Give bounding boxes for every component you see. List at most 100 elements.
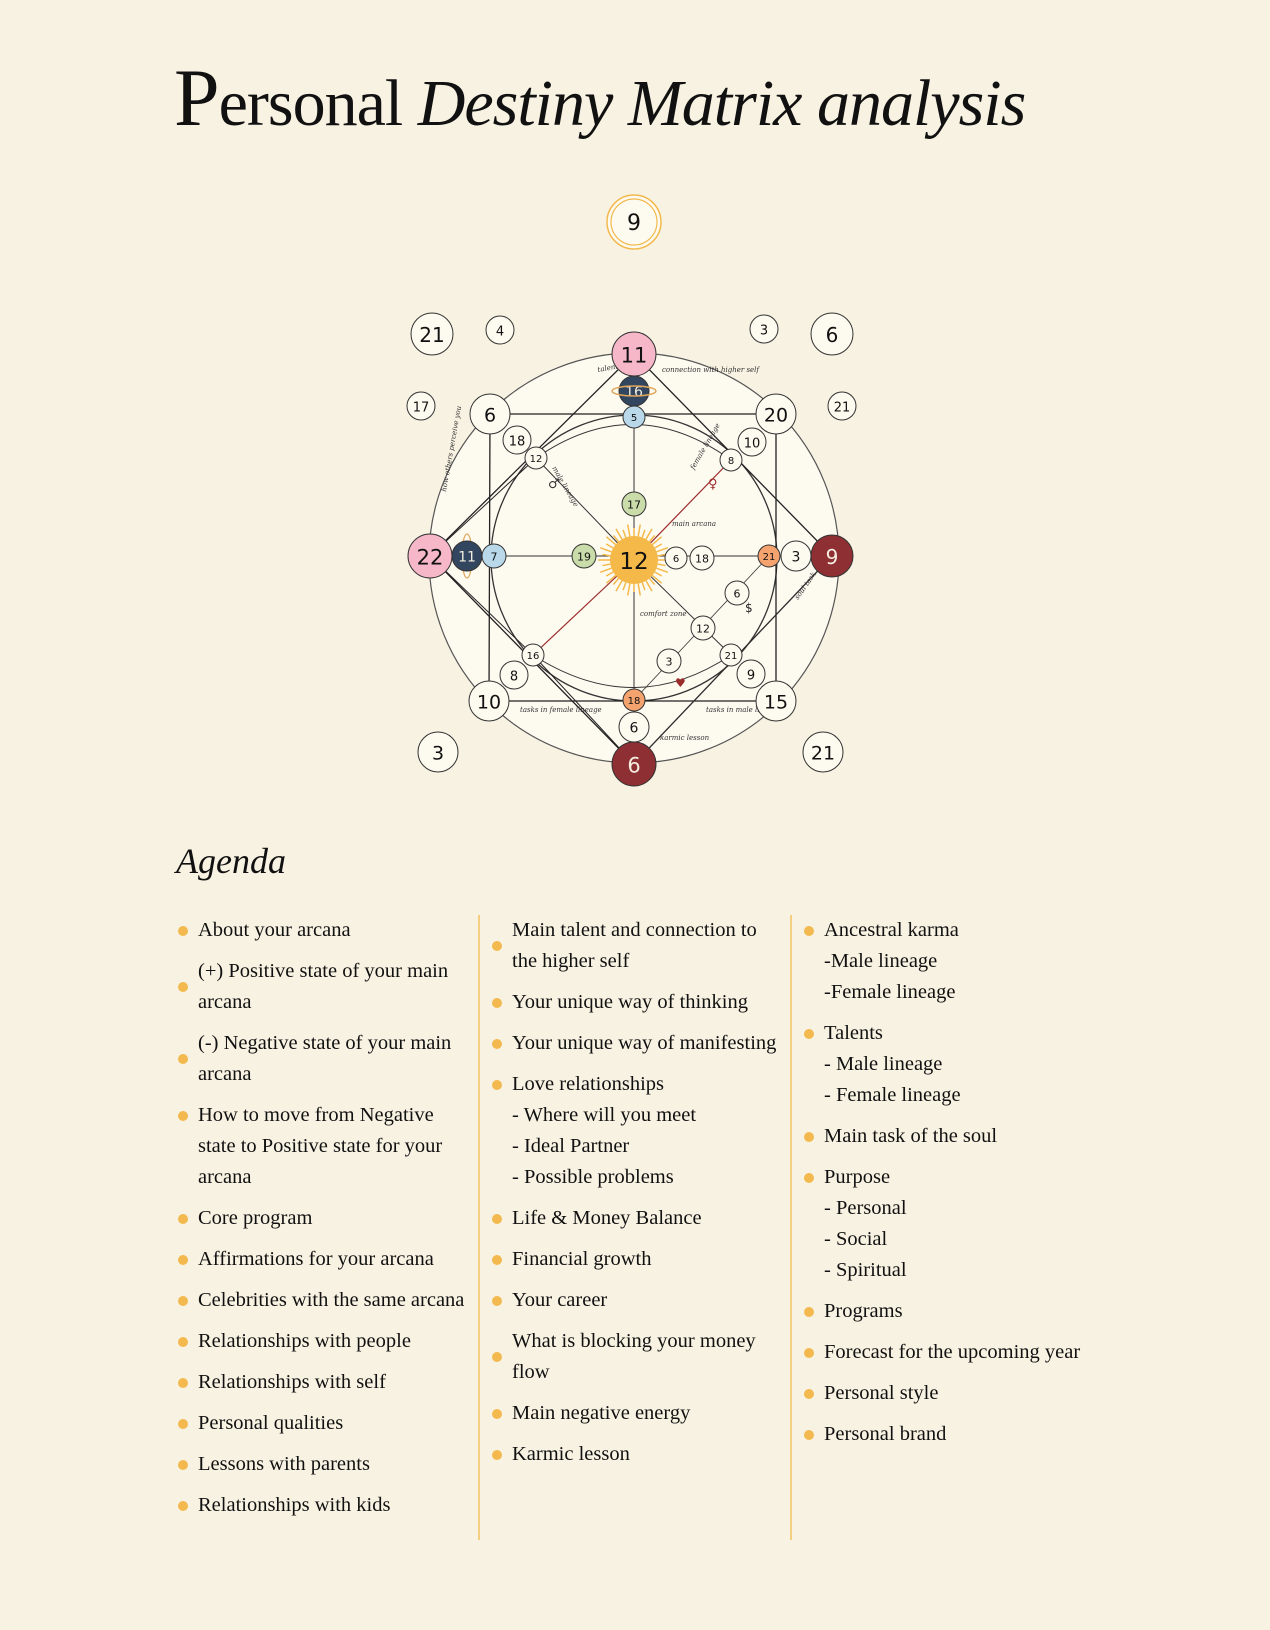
node-value: 15 [764, 692, 788, 714]
agenda-item: Personal qualities [176, 1408, 476, 1439]
bullet-icon [178, 1460, 188, 1470]
agenda-item-label: Life & Money Balance [512, 1207, 702, 1229]
agenda-item-label: (-) Negative state of your main [198, 1032, 452, 1054]
agenda-item-label: Financial growth [512, 1248, 652, 1270]
agenda-item: How to move from Negative state to Positi… [176, 1100, 476, 1193]
matrix-node-right-3: 21 [757, 544, 781, 568]
bullet-icon [804, 1029, 814, 1039]
comfort-zone-note: comfort zone [640, 610, 687, 618]
agenda-item-line: - Possible problems [512, 1166, 674, 1188]
matrix-node-center: 12 [610, 536, 658, 584]
agenda-item-label: Personal qualities [198, 1412, 344, 1434]
agenda-item-label: What is blocking your money [512, 1330, 756, 1352]
agenda-item: What is blocking your money flow [490, 1326, 790, 1388]
matrix-node-corner-tr-small: 3 [749, 314, 779, 344]
matrix-node-corner-tl: 21 [410, 312, 454, 356]
agenda-item: Affirmations for your arcana [176, 1244, 476, 1275]
matrix-node-br-2: 9 [736, 659, 766, 689]
node-value: 18 [628, 696, 641, 707]
matrix-node-bl-outer: 10 [468, 680, 510, 722]
agenda-item-label: Karmic lesson [512, 1443, 630, 1465]
node-value: 6 [826, 323, 839, 347]
agenda-item-label: Love relationships [512, 1073, 665, 1095]
matrix-node-bl-2: 8 [499, 660, 529, 690]
matrix-node-corner-br: 21 [802, 731, 844, 773]
agenda-item-line: - Spiritual [824, 1259, 907, 1281]
node-value: 9 [826, 545, 839, 569]
bullet-icon [492, 1039, 502, 1049]
agenda-item-line: flow [512, 1361, 550, 1383]
matrix-node-corner-tl-side: 17 [406, 391, 436, 421]
agenda-item: Your unique way of thinking [490, 987, 790, 1018]
agenda-column-2: Main talent and connection to the higher … [490, 915, 790, 1480]
bullet-icon [492, 998, 502, 1008]
male-symbol-icon: ♂ [548, 477, 560, 492]
agenda-item-label: Relationships with people [198, 1330, 411, 1352]
agenda-item-line: arcana [198, 1166, 252, 1188]
agenda-item-label: Forecast for the upcoming year [824, 1341, 1081, 1363]
agenda-item: Celebrities with the same arcana [176, 1285, 476, 1316]
node-value: 6 [627, 753, 640, 777]
matrix-node-left-2: 11 [451, 540, 483, 572]
agenda-item-line: -Female lineage [824, 981, 956, 1003]
agenda-item: Relationships with kids [176, 1490, 476, 1521]
matrix-node-top-2: 16 [618, 375, 650, 407]
agenda-item: Forecast for the upcoming year [802, 1337, 1112, 1368]
agenda-title: Agenda [176, 841, 286, 881]
agenda-item: About your arcana [176, 915, 476, 946]
node-value: 8 [510, 669, 518, 684]
matrix-node-top-outer: 11 [611, 331, 657, 377]
agenda-item: Main talent and connection to the higher … [490, 915, 790, 977]
agenda-item-label: Personal brand [824, 1423, 947, 1445]
bullet-icon [492, 1450, 502, 1460]
dollar-icon: $ [745, 601, 753, 615]
matrix-node-left-4: 19 [571, 543, 597, 569]
agenda-item-label: Programs [824, 1300, 903, 1322]
node-value: 3 [432, 743, 444, 765]
matrix-node-corner-tr: 6 [810, 312, 854, 356]
agenda-item-label: Relationships with kids [198, 1494, 391, 1516]
matrix-node-corner-bl: 3 [417, 731, 459, 773]
agenda-item-line: - Where will you meet [512, 1104, 697, 1126]
matrix-node-tr-2: 10 [737, 427, 767, 457]
node-value: 21 [725, 651, 738, 662]
node-value: 16 [625, 385, 643, 401]
agenda-item-label: How to move from Negative [198, 1104, 434, 1126]
node-value: 6 [484, 405, 496, 427]
agenda-item-label: Celebrities with the same arcana [198, 1289, 465, 1311]
agenda-item: Main negative energy [490, 1398, 790, 1429]
agenda-item-line: - Female lineage [824, 1084, 961, 1106]
agenda-item: Ancestral karma -Male lineage -Female line… [802, 915, 1112, 1008]
higher-self-note: connection with higher self [662, 366, 760, 374]
node-value: 21 [763, 552, 776, 563]
matrix-node-left-3: 7 [481, 543, 507, 569]
matrix-node-money: 6 [724, 580, 750, 606]
bullet-icon [804, 1348, 814, 1358]
agenda-item: Your unique way of manifesting [490, 1028, 790, 1059]
matrix-node-right-outer: 9 [810, 534, 854, 578]
agenda-item-line: arcana [198, 1063, 252, 1085]
agenda-item: Life & Money Balance [490, 1203, 790, 1234]
agenda-item: Personal style [802, 1378, 1112, 1409]
agenda-item-line: arcana [198, 991, 252, 1013]
heart-icon: ♥ [675, 676, 686, 690]
bullet-icon [178, 1501, 188, 1511]
matrix-node-right-5: 6 [664, 546, 688, 570]
node-value: 6 [630, 721, 639, 737]
node-value: 3 [760, 323, 768, 338]
bullet-icon [492, 1296, 502, 1306]
agenda-item-line: the higher self [512, 950, 630, 972]
agenda-item: Your career [490, 1285, 790, 1316]
node-value: 12 [696, 623, 710, 636]
agenda-item: Relationships with self [176, 1367, 476, 1398]
agenda-column-3: Ancestral karma -Male lineage -Female line… [802, 915, 1112, 1460]
bullet-icon [178, 1255, 188, 1265]
bullet-icon [492, 1409, 502, 1419]
agenda-item-label: Purpose [824, 1166, 891, 1188]
matrix-node-br-outer: 15 [755, 680, 797, 722]
bullet-icon [492, 1255, 502, 1265]
agenda-item-label: About your arcana [198, 919, 351, 941]
matrix-node-bottom-3: 18 [622, 688, 646, 712]
agenda-item-line: - Male lineage [824, 1053, 943, 1075]
bullet-icon [178, 926, 188, 936]
